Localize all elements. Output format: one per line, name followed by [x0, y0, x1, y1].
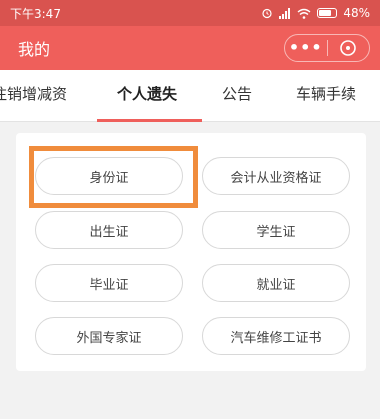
doc-button-birth-cert[interactable]: 出生证: [35, 211, 183, 249]
doc-button-graduation-cert[interactable]: 毕业证: [35, 264, 183, 302]
status-icons: 48%: [261, 6, 370, 20]
more-dots-icon[interactable]: •••: [285, 40, 327, 56]
doc-button-accounting-cert[interactable]: 会计从业资格证: [202, 157, 350, 195]
tab-vehicle-procedures[interactable]: 车辆手续: [296, 70, 356, 122]
mini-program-capsule: •••: [284, 34, 370, 62]
doc-button-auto-repair-cert[interactable]: 汽车维修工证书: [202, 317, 350, 355]
status-bar: 下午3:47 48%: [0, 0, 380, 26]
active-tab-indicator: [97, 119, 202, 122]
tab-cancel-capital[interactable]: 注销增减资: [0, 70, 67, 122]
battery-icon: [317, 8, 338, 18]
highlight-box: [29, 146, 198, 208]
signal-icon: [279, 7, 291, 19]
status-time: 下午3:47: [10, 6, 61, 21]
close-circle-icon[interactable]: [328, 39, 370, 57]
category-tabs: 注销增减资 个人遗失 公告 车辆手续: [0, 70, 380, 122]
tab-personal-loss[interactable]: 个人遗失: [117, 70, 177, 122]
alarm-icon: [262, 8, 272, 19]
doc-button-foreign-expert-cert[interactable]: 外国专家证: [35, 317, 183, 355]
doc-button-student-card[interactable]: 学生证: [202, 211, 350, 249]
battery-percent: 48%: [343, 6, 370, 20]
wifi-icon: [297, 8, 311, 19]
title-bar: 我的 •••: [0, 26, 380, 70]
tab-announcement[interactable]: 公告: [222, 70, 252, 122]
doc-button-employment-cert[interactable]: 就业证: [202, 264, 350, 302]
